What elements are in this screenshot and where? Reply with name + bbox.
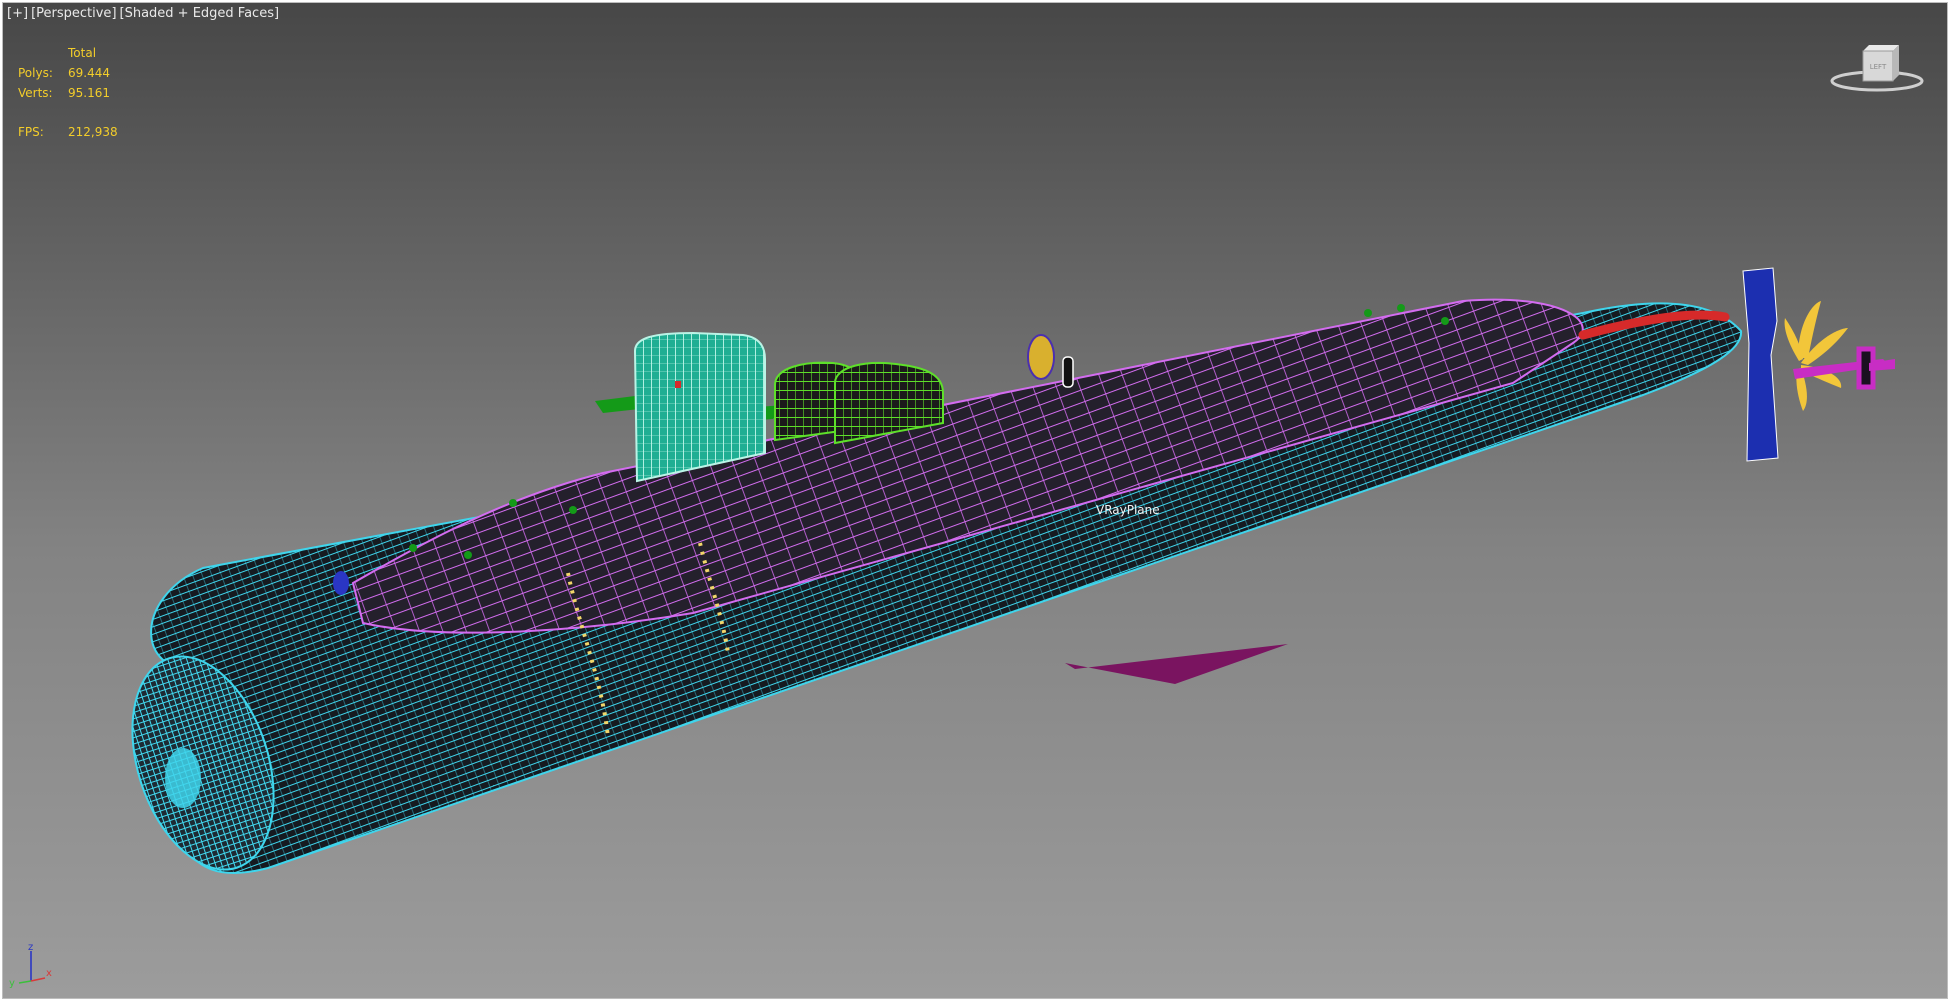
axis-y-label: y [9,978,15,988]
vray-plane-label: VRayPlane [1096,503,1160,517]
propeller[interactable] [1784,301,1848,411]
vertical-rudder[interactable] [1742,267,1779,462]
perspective-viewport[interactable]: + Perspective Shaded + Edged Faces Total… [2,2,1948,999]
sonar-dish[interactable] [1027,334,1055,380]
bow-sensor [333,571,349,595]
periscope[interactable] [1062,356,1074,388]
viewcube-face-label: LEFT [1870,63,1887,71]
axis-z-label: z [28,943,33,953]
submarine-model[interactable] [3,3,1947,998]
vray-plane[interactable] [1065,644,1288,684]
axis-tripod-icon: z x y [9,943,52,988]
axis-x-label: x [46,968,52,979]
viewcube-icon[interactable]: LEFT [1827,37,1927,99]
